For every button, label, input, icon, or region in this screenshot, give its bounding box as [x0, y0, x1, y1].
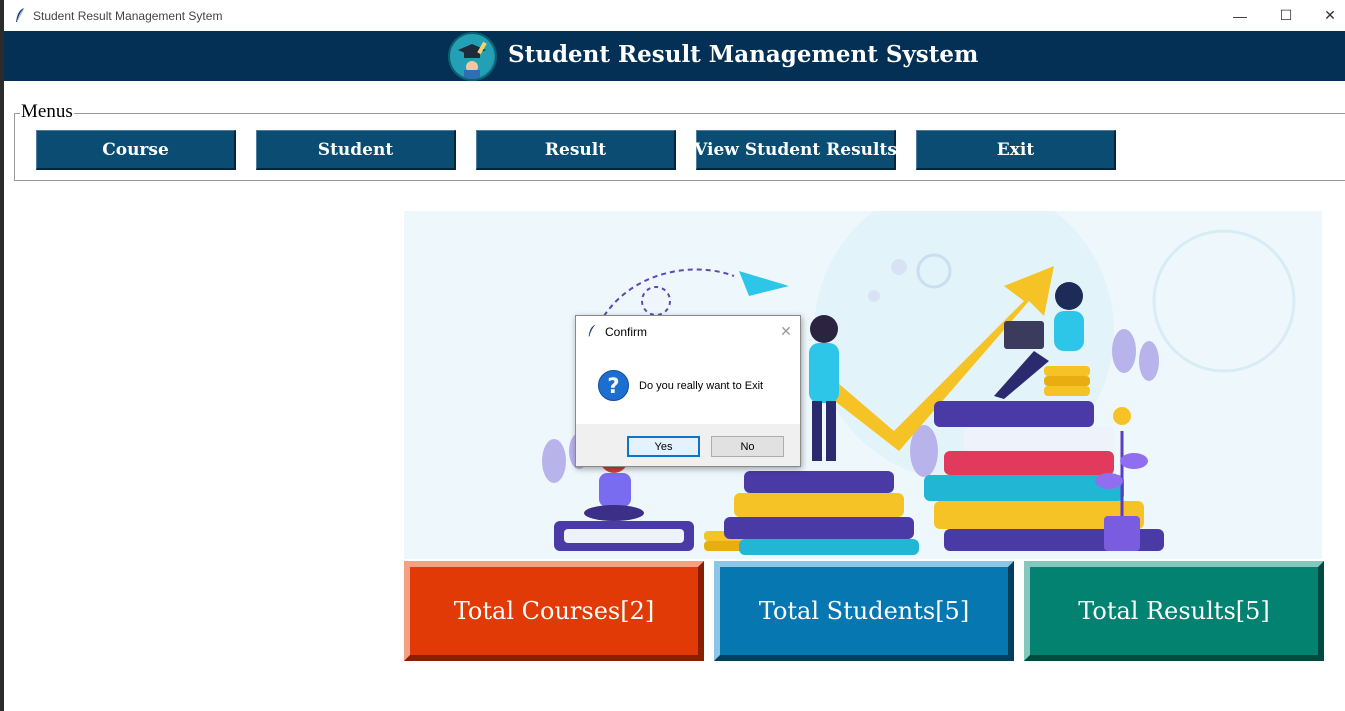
dialog-titlebar[interactable]: Confirm ✕ [576, 316, 800, 346]
exit-button[interactable]: Exit [916, 130, 1116, 170]
view-student-results-button[interactable]: View Student Results [694, 130, 897, 170]
dialog-message: Do you really want to Exit [639, 380, 764, 392]
yes-button[interactable]: Yes [627, 436, 700, 457]
app-header: Student Result Management System [4, 31, 1345, 81]
no-button[interactable]: No [711, 436, 784, 457]
graduation-cap-logo-icon [448, 32, 497, 81]
education-illustration [404, 211, 1322, 559]
window-titlebar[interactable]: Student Result Management Sytem — ☐ ✕ [4, 0, 1345, 31]
total-students-box: Total Students[5] [714, 561, 1014, 661]
total-courses-box: Total Courses[2] [404, 561, 704, 661]
result-button[interactable]: Result [476, 130, 676, 170]
course-button[interactable]: Course [36, 130, 236, 170]
dialog-close-button[interactable]: ✕ [776, 321, 796, 341]
dialog-title: Confirm [605, 325, 648, 339]
feather-icon [588, 324, 596, 337]
app-title: Student Result Management System [508, 41, 979, 68]
window-title: Student Result Management Sytem [33, 9, 223, 23]
window-left-edge [0, 0, 4, 711]
student-button[interactable]: Student [256, 130, 456, 170]
total-results-box: Total Results[5] [1024, 561, 1324, 661]
question-icon: ? [598, 370, 629, 401]
close-button[interactable]: ✕ [1307, 0, 1345, 31]
feather-icon [16, 7, 25, 22]
menus-legend: Menus [20, 101, 74, 122]
minimize-button[interactable]: — [1217, 0, 1263, 31]
maximize-button[interactable]: ☐ [1263, 0, 1309, 31]
confirm-dialog: Confirm ✕ ? Do you really want to Exit Y… [575, 315, 801, 467]
